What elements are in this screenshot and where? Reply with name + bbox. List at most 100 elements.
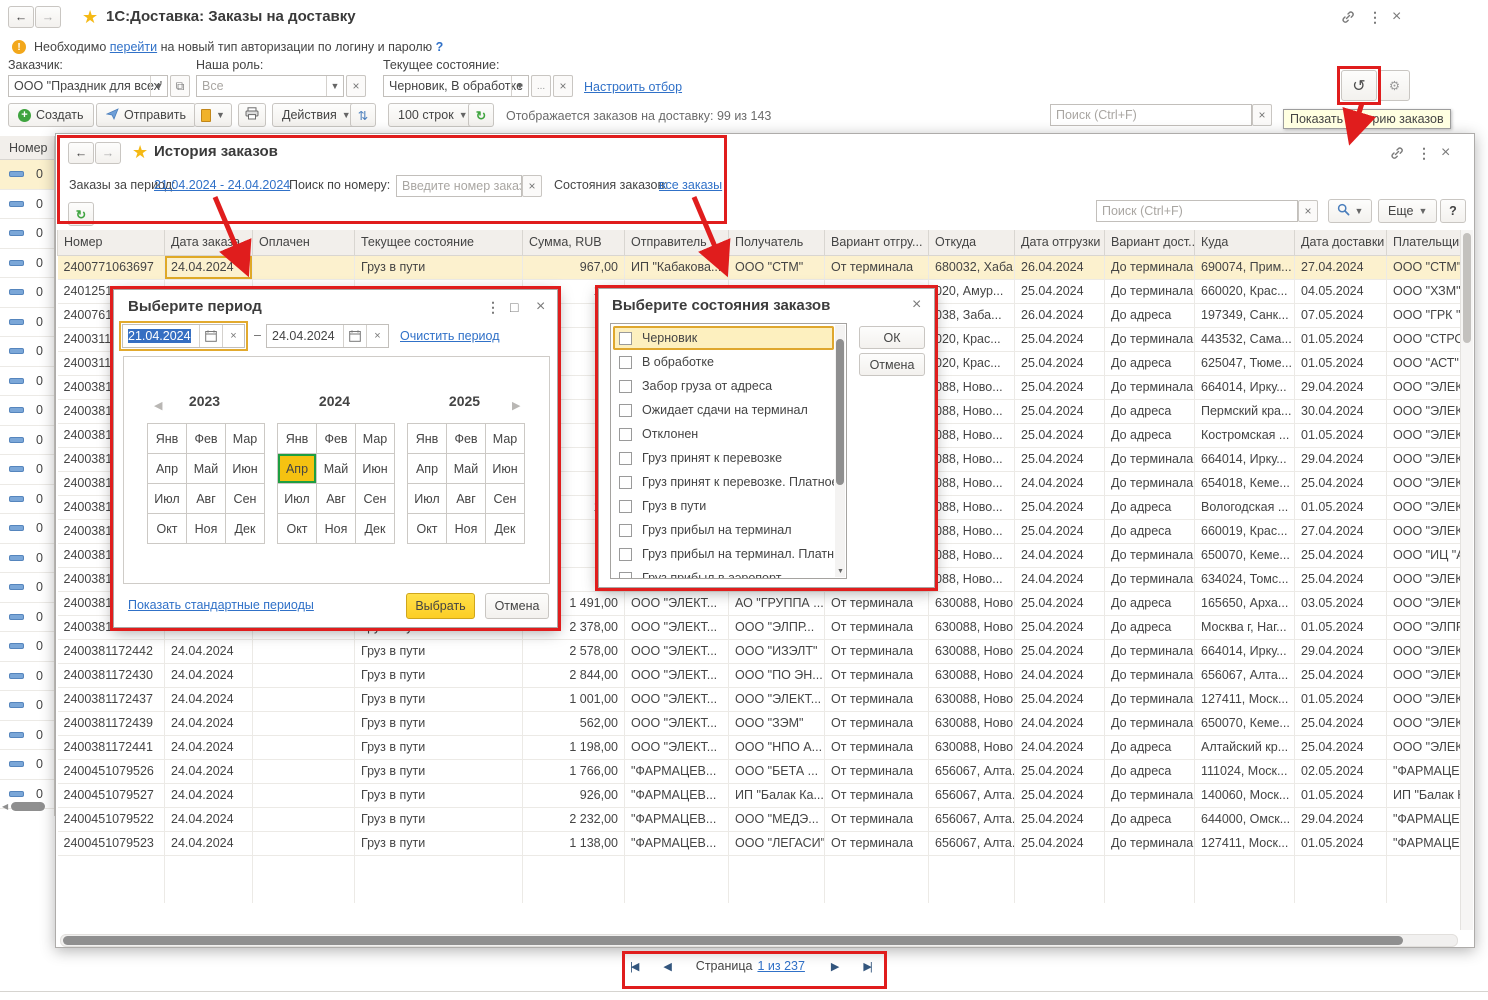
checkbox-icon[interactable]	[619, 404, 632, 417]
column-header[interactable]: Вариант отгру...	[825, 230, 929, 255]
list-item[interactable]: 0	[0, 721, 54, 751]
pagination-prev-button[interactable]: ◀	[663, 960, 669, 973]
states-cancel-button[interactable]: Отмена	[859, 353, 925, 376]
state-clear-button[interactable]: ×	[553, 75, 573, 97]
table-row[interactable]: 240038117243024.04.2024Груз в пути2 844,…	[58, 663, 1461, 687]
date-from-clear-button[interactable]: ×	[222, 325, 244, 347]
column-header[interactable]: Плательщик	[1387, 230, 1461, 255]
month-cell[interactable]: Июл	[148, 484, 187, 514]
month-cell[interactable]: Апр	[278, 454, 317, 484]
calendar-icon[interactable]	[343, 325, 366, 347]
order-states-link[interactable]: все заказы	[659, 178, 722, 192]
column-header[interactable]: Получатель	[729, 230, 825, 255]
table-row[interactable]: 240038117243724.04.2024Груз в пути1 001,…	[58, 687, 1461, 711]
month-cell[interactable]: Фев	[447, 424, 486, 454]
list-item[interactable]: 0	[0, 219, 54, 249]
state-checkbox-item[interactable]: Груз прибыл в аэропорт	[613, 566, 834, 579]
actions-button[interactable]: Действия▼	[272, 103, 361, 127]
column-header[interactable]: Дата доставки	[1295, 230, 1387, 255]
configure-filter-link[interactable]: Настроить отбор	[584, 80, 682, 94]
refresh-button[interactable]: ↻	[468, 103, 494, 127]
month-cell[interactable]: Фев	[317, 424, 356, 454]
history-refresh-button[interactable]: ↻	[68, 202, 94, 226]
history-table-hscrollbar[interactable]	[60, 934, 1458, 947]
rows-count-button[interactable]: 100 строк▼	[388, 103, 478, 127]
month-cell[interactable]: Июн	[356, 454, 395, 484]
month-cell[interactable]: Сен	[226, 484, 265, 514]
states-ok-button[interactable]: ОК	[859, 326, 925, 349]
month-cell[interactable]: Ноя	[317, 514, 356, 544]
main-search-clear-button[interactable]: ×	[1252, 104, 1272, 126]
month-cell[interactable]: Авг	[317, 484, 356, 514]
column-header[interactable]: Текущее состояние	[355, 230, 523, 255]
month-cell[interactable]: Июл	[408, 484, 447, 514]
checkbox-icon[interactable]	[619, 356, 632, 369]
list-item[interactable]: 0	[0, 691, 54, 721]
period-link[interactable]: 21.04.2024 - 24.04.2024	[154, 178, 290, 192]
state-checkbox-item[interactable]: Забор груза от адреса	[613, 374, 834, 398]
calendar-icon[interactable]	[199, 325, 222, 347]
column-header[interactable]: Дата отгрузки	[1015, 230, 1105, 255]
month-cell[interactable]: Мар	[226, 424, 265, 454]
list-item[interactable]: 0	[0, 249, 54, 279]
table-row[interactable]: 240045107952624.04.2024Груз в пути1 766,…	[58, 759, 1461, 783]
month-cell[interactable]: Мар	[486, 424, 525, 454]
list-item[interactable]: 0	[0, 632, 54, 662]
customer-open-button[interactable]: ⧉	[170, 75, 190, 97]
main-table-hscrollbar[interactable]: ◀	[2, 800, 54, 812]
chevron-down-icon[interactable]: ▼	[511, 76, 528, 96]
main-menu-icon[interactable]: ⋮	[1368, 9, 1382, 26]
state-combobox[interactable]: Черновик, В обработке, З ▼	[383, 75, 529, 97]
show-history-button[interactable]: ↺	[1341, 70, 1377, 101]
state-checkbox-item[interactable]: Ожидает сдачи на терминал	[613, 398, 834, 422]
month-cell[interactable]: Апр	[408, 454, 447, 484]
maximize-icon[interactable]: □	[510, 299, 518, 315]
history-search-input[interactable]: Поиск (Ctrl+F)	[1096, 200, 1298, 222]
chevron-down-icon[interactable]: ▼	[150, 76, 167, 96]
column-header[interactable]: Откуда	[929, 230, 1015, 255]
state-checkbox-item[interactable]: Груз в пути	[613, 494, 834, 518]
list-item[interactable]: 0	[0, 514, 54, 544]
table-row[interactable]: 240045107952724.04.2024Груз в пути926,00…	[58, 783, 1461, 807]
state-checkbox-item[interactable]: Груз прибыл на терминал	[613, 518, 834, 542]
month-cell[interactable]: Авг	[447, 484, 486, 514]
month-grid-2024[interactable]: ЯнвФевМарАпрМайИюнИюлАвгСенОктНояДек	[277, 423, 395, 544]
month-cell[interactable]: Апр	[148, 454, 187, 484]
list-item[interactable]: 0	[0, 278, 54, 308]
table-row[interactable]: 240038117244124.04.2024Груз в пути1 198,…	[58, 735, 1461, 759]
state-checkbox-item[interactable]: Груз принят к перевозке	[613, 446, 834, 470]
date-to-clear-button[interactable]: ×	[366, 325, 388, 347]
table-row[interactable]: 240045107952324.04.2024Груз в пути1 138,…	[58, 831, 1461, 855]
month-cell[interactable]: Сен	[356, 484, 395, 514]
month-cell[interactable]: Янв	[148, 424, 187, 454]
cancel-period-button[interactable]: Отмена	[485, 593, 549, 619]
table-row[interactable]: 240045107952224.04.2024Груз в пути2 232,…	[58, 807, 1461, 831]
period-dialog-close-icon[interactable]: ×	[536, 298, 545, 316]
main-back-button[interactable]: ←	[8, 6, 34, 28]
main-close-icon[interactable]: ×	[1392, 8, 1401, 26]
pagination-last-button[interactable]: ▶|	[863, 960, 870, 973]
customer-combobox[interactable]: ООО "Праздник для всех" ▼	[8, 75, 168, 97]
date-from-input[interactable]: 21.04.2024	[123, 325, 199, 347]
state-checkbox-item[interactable]: Груз принят к перевозке. Платное хра...	[613, 470, 834, 494]
month-cell[interactable]: Ноя	[447, 514, 486, 544]
link-icon[interactable]	[1389, 145, 1405, 164]
standard-periods-link[interactable]: Показать стандартные периоды	[128, 598, 314, 612]
column-header[interactable]: Сумма, RUB	[523, 230, 625, 255]
month-cell[interactable]: Июл	[278, 484, 317, 514]
month-cell[interactable]: Фев	[187, 424, 226, 454]
month-cell[interactable]: Окт	[408, 514, 447, 544]
chevron-down-icon[interactable]: ▼	[326, 76, 343, 96]
notification-link[interactable]: перейти	[110, 40, 157, 54]
month-cell[interactable]: Янв	[408, 424, 447, 454]
history-back-button[interactable]: ←	[68, 142, 94, 164]
link-icon[interactable]	[1340, 9, 1356, 28]
date-to-input[interactable]: 24.04.2024	[267, 325, 343, 347]
month-cell[interactable]: Окт	[148, 514, 187, 544]
print-button[interactable]	[238, 103, 266, 127]
list-item[interactable]: 0	[0, 190, 54, 220]
column-header[interactable]: Куда	[1195, 230, 1295, 255]
order-number-input[interactable]: Введите номер заказа	[396, 175, 522, 197]
history-forward-button[interactable]: →	[95, 142, 121, 164]
checkbox-icon[interactable]	[619, 524, 632, 537]
